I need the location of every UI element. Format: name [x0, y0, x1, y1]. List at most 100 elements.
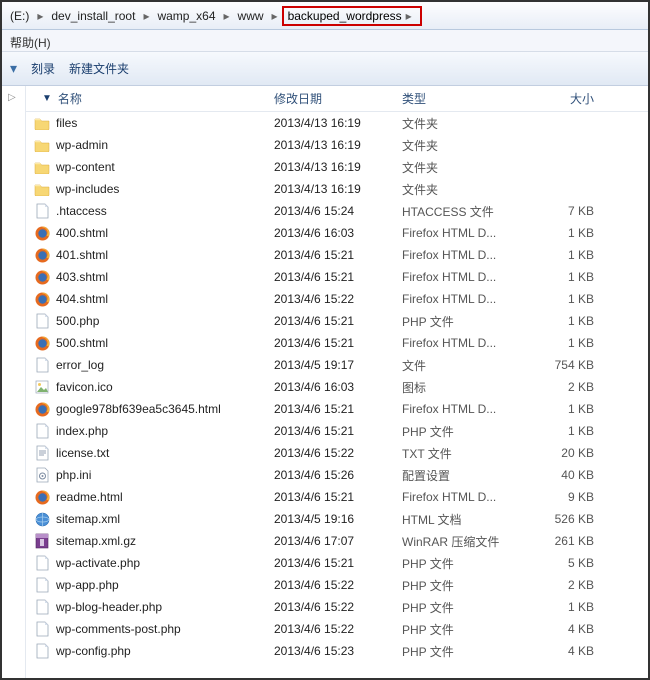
- breadcrumb-item[interactable]: backuped_wordpress: [288, 9, 402, 23]
- toolbar-dropdown-icon[interactable]: ▾: [10, 60, 17, 77]
- cell-date: 2013/4/6 15:26: [266, 468, 394, 482]
- breadcrumb-arrow-icon[interactable]: ▸: [268, 9, 282, 23]
- cell-size: 1 KB: [524, 226, 602, 240]
- folder-icon: [34, 181, 50, 197]
- cell-type: 文件夹: [394, 115, 524, 132]
- file-row[interactable]: 403.shtml2013/4/6 15:21Firefox HTML D...…: [26, 266, 648, 288]
- file-row[interactable]: 404.shtml2013/4/6 15:22Firefox HTML D...…: [26, 288, 648, 310]
- file-row[interactable]: php.ini2013/4/6 15:26配置设置40 KB: [26, 464, 648, 486]
- col-header-name[interactable]: ▼ 名称: [26, 90, 266, 107]
- cell-name: wp-app.php: [26, 577, 266, 593]
- file-row[interactable]: sitemap.xml.gz2013/4/6 17:07WinRAR 压缩文件2…: [26, 530, 648, 552]
- new-folder-button[interactable]: 新建文件夹: [69, 60, 129, 77]
- cell-date: 2013/4/6 15:21: [266, 424, 394, 438]
- breadcrumb[interactable]: (E:)▸dev_install_root▸wamp_x64▸www▸backu…: [2, 2, 648, 30]
- file-name: wp-includes: [56, 182, 119, 196]
- breadcrumb-item[interactable]: www: [234, 2, 268, 29]
- cell-type: Firefox HTML D...: [394, 402, 524, 416]
- file-row[interactable]: 500.php2013/4/6 15:21PHP 文件1 KB: [26, 310, 648, 332]
- file-row[interactable]: wp-activate.php2013/4/6 15:21PHP 文件5 KB: [26, 552, 648, 574]
- tree-caret-icon[interactable]: ▷: [8, 92, 19, 103]
- file-row[interactable]: 500.shtml2013/4/6 15:21Firefox HTML D...…: [26, 332, 648, 354]
- file-row[interactable]: wp-config.php2013/4/6 15:23PHP 文件4 KB: [26, 640, 648, 662]
- cell-size: 261 KB: [524, 534, 602, 548]
- breadcrumb-item[interactable]: wamp_x64: [153, 2, 219, 29]
- firefox-icon: [34, 291, 50, 307]
- file-name: 400.shtml: [56, 226, 108, 240]
- cell-date: 2013/4/13 16:19: [266, 138, 394, 152]
- col-header-type[interactable]: 类型: [394, 90, 524, 107]
- cell-type: PHP 文件: [394, 577, 524, 594]
- col-header-date[interactable]: 修改日期: [266, 90, 394, 107]
- file-name: 404.shtml: [56, 292, 108, 306]
- firefox-icon: [34, 401, 50, 417]
- breadcrumb-item[interactable]: (E:): [6, 2, 33, 29]
- cell-type: Firefox HTML D...: [394, 248, 524, 262]
- cell-size: 5 KB: [524, 556, 602, 570]
- cell-type: Firefox HTML D...: [394, 226, 524, 240]
- cell-name: wp-blog-header.php: [26, 599, 266, 615]
- file-row[interactable]: 400.shtml 2013/4/6 16:03Firefox HTML D...…: [26, 222, 648, 244]
- burn-button[interactable]: 刻录: [31, 60, 55, 77]
- file-name: wp-app.php: [56, 578, 119, 592]
- file-row[interactable]: wp-content2013/4/13 16:19文件夹: [26, 156, 648, 178]
- breadcrumb-arrow-icon[interactable]: ▸: [139, 9, 153, 23]
- file-row[interactable]: readme.html2013/4/6 15:21Firefox HTML D.…: [26, 486, 648, 508]
- content-area: ▷ ▼ 名称 修改日期 类型 大小 files2013/4/13 16:19文件…: [2, 86, 648, 678]
- cell-name: license.txt: [26, 445, 266, 461]
- cell-size: 7 KB: [524, 204, 602, 218]
- menu-help[interactable]: 帮助(H): [10, 36, 51, 50]
- menubar: 帮助(H): [2, 30, 648, 52]
- file-row[interactable]: sitemap.xml2013/4/5 19:16HTML 文档526 KB: [26, 508, 648, 530]
- cell-name: 500.shtml: [26, 335, 266, 351]
- file-row[interactable]: .htaccess2013/4/6 15:24HTACCESS 文件7 KB: [26, 200, 648, 222]
- txt-icon: [34, 445, 50, 461]
- cell-size: 9 KB: [524, 490, 602, 504]
- breadcrumb-item-highlighted[interactable]: backuped_wordpress▸: [282, 6, 422, 26]
- cell-type: Firefox HTML D...: [394, 270, 524, 284]
- cell-name: wp-activate.php: [26, 555, 266, 571]
- file-name: index.php: [56, 424, 108, 438]
- cell-date: 2013/4/13 16:19: [266, 182, 394, 196]
- file-row[interactable]: wp-app.php2013/4/6 15:22PHP 文件2 KB: [26, 574, 648, 596]
- col-header-size[interactable]: 大小: [524, 90, 602, 107]
- cell-type: TXT 文件: [394, 445, 524, 462]
- file-row[interactable]: wp-comments-post.php2013/4/6 15:22PHP 文件…: [26, 618, 648, 640]
- file-name: readme.html: [56, 490, 123, 504]
- cell-size: 2 KB: [524, 380, 602, 394]
- file-row[interactable]: google978bf639ea5c3645.html2013/4/6 15:2…: [26, 398, 648, 420]
- cell-date: 2013/4/6 16:03: [266, 226, 394, 240]
- file-row[interactable]: favicon.ico2013/4/6 16:03图标2 KB: [26, 376, 648, 398]
- cell-type: 文件: [394, 357, 524, 374]
- file-row[interactable]: wp-includes 2013/4/13 16:19文件夹: [26, 178, 648, 200]
- breadcrumb-arrow-icon[interactable]: ▸: [33, 9, 47, 23]
- file-row[interactable]: index.php2013/4/6 15:21PHP 文件1 KB: [26, 420, 648, 442]
- cell-type: PHP 文件: [394, 555, 524, 572]
- file-row[interactable]: license.txt2013/4/6 15:22TXT 文件20 KB: [26, 442, 648, 464]
- file-name: error_log: [56, 358, 104, 372]
- file-name: wp-comments-post.php: [56, 622, 181, 636]
- file-row[interactable]: files2013/4/13 16:19文件夹: [26, 112, 648, 134]
- cell-size: 1 KB: [524, 248, 602, 262]
- breadcrumb-arrow-icon[interactable]: ▸: [220, 9, 234, 23]
- file-name: license.txt: [56, 446, 109, 460]
- firefox-icon: [34, 269, 50, 285]
- cell-name: 403.shtml: [26, 269, 266, 285]
- file-name: sitemap.xml: [56, 512, 120, 526]
- toolbar: ▾ 刻录 新建文件夹: [2, 52, 648, 86]
- cell-type: PHP 文件: [394, 599, 524, 616]
- cell-type: 文件夹: [394, 181, 524, 198]
- firefox-icon: [34, 225, 50, 241]
- file-row[interactable]: 401.shtml2013/4/6 15:21Firefox HTML D...…: [26, 244, 648, 266]
- file-row[interactable]: error_log2013/4/5 19:17文件754 KB: [26, 354, 648, 376]
- cell-name: error_log: [26, 357, 266, 373]
- file-row[interactable]: wp-blog-header.php2013/4/6 15:22PHP 文件1 …: [26, 596, 648, 618]
- breadcrumb-item[interactable]: dev_install_root: [47, 2, 139, 29]
- cell-size: 2 KB: [524, 578, 602, 592]
- file-name: 403.shtml: [56, 270, 108, 284]
- cell-date: 2013/4/6 15:21: [266, 314, 394, 328]
- file-icon: [34, 577, 50, 593]
- cell-date: 2013/4/6 15:23: [266, 644, 394, 658]
- cell-type: 文件夹: [394, 137, 524, 154]
- file-row[interactable]: wp-admin2013/4/13 16:19文件夹: [26, 134, 648, 156]
